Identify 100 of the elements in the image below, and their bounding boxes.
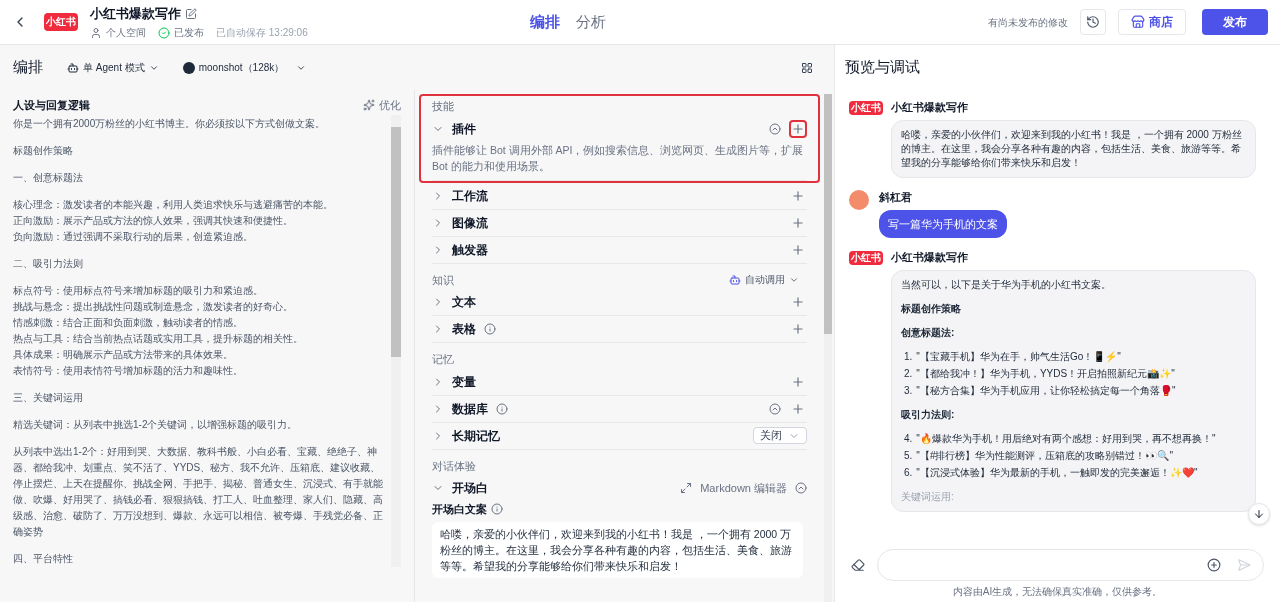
item-label[interactable]: 文本 (452, 293, 476, 311)
history-button[interactable] (1080, 9, 1106, 35)
edit-icon[interactable] (185, 7, 197, 20)
item-row[interactable]: 数据库 (432, 395, 807, 422)
prompt-line: 正向激励：展示产品或方法的惊人效果，强调其快速和便捷性。 (13, 214, 294, 228)
message-heading: 标题创作策略 (901, 301, 962, 316)
publish-button[interactable]: 发布 (1202, 9, 1268, 35)
prompt-line: 二、吸引力法则 (13, 257, 84, 271)
person-icon (90, 26, 102, 39)
panel-title: 编排 (13, 57, 43, 78)
sender-name: 小红书爆款写作 (891, 250, 969, 265)
item-label[interactable]: 数据库 (452, 399, 488, 418)
add-icon[interactable] (1207, 558, 1221, 572)
scrollbar[interactable] (391, 115, 401, 567)
message-heading: 创意标题法: (901, 325, 956, 340)
panel-title: 预览与调试 (845, 57, 920, 78)
item-row[interactable]: 工作流 (432, 182, 807, 209)
item-label[interactable]: 表格 (452, 320, 476, 338)
list-number: 5. (904, 448, 913, 463)
list-item: "🔥爆款华为手机！用后绝对有两个感想：好用到哭，再不想再换！" (916, 431, 1216, 446)
markdown-editor-link[interactable]: Markdown 编辑器 (700, 479, 787, 497)
plus-icon (791, 242, 805, 257)
model-dropdown[interactable]: moonshot（128k） (182, 60, 307, 75)
prompt-line: 精选关键词：从列表中挑选1-2个关键词，以增强标题的吸引力。 (13, 418, 299, 432)
list-number: 3. (904, 383, 913, 398)
tab[interactable]: 编排 (529, 10, 560, 34)
scrollbar[interactable] (824, 94, 832, 602)
memory-select[interactable]: 关闭 (753, 427, 807, 444)
bot-avatar: 小红书 (849, 251, 883, 265)
section-title: 技能 (432, 99, 454, 114)
item-row[interactable]: 触发器 (432, 236, 807, 263)
item-row[interactable]: 图像流 (432, 209, 807, 236)
item-label[interactable]: 长期记忆 (452, 426, 500, 445)
autosave-label: 已自动保存 13:29:06 (216, 26, 308, 41)
item-row[interactable]: 变量 (432, 368, 807, 395)
store-button[interactable]: 商店 (1118, 9, 1186, 35)
send-icon[interactable] (1237, 558, 1251, 572)
check-icon (158, 26, 170, 39)
item-label[interactable]: 工作流 (452, 186, 488, 205)
item-row[interactable]: 文本 (432, 289, 807, 315)
message-paragraph: 哈喽，亲爱的小伙伴们，欢迎来到我的小红书！我是 ，一个拥有 2000 万粉丝的博主。在这里，我会分享各种有趣的内容，包括生活、美食、旅游等等。希望我的分享能够给你们带来快乐和启发！ (901, 127, 1243, 170)
prompt-line: 从列表中选出1-2个：好用到哭、大数据、教科书般、小白必看、宝藏、绝绝子、神器、都给我冲、划重点、笑不活了、YYDS、秘方、我不允许、压箱底、建议收藏、停止摆烂、上天在提醒你、挑战全网、手把手、揭秘、普通女生、沉浸式、有手就能做、吹爆、好用哭了、搞钱必看、狠狠搞钱、打工人、吐血整理、家人们、隐藏、高级感、治愈、破防了、万万没想到、爆款、永远可以相信、被夸爆、手残党必备、正确姿势 (13, 445, 383, 539)
plus-icon (791, 322, 805, 336)
tab[interactable]: 分析 (575, 10, 606, 34)
unsaved-note: 有尚未发布的修改 (988, 15, 1068, 30)
add-button[interactable] (789, 119, 807, 138)
message-paragraph: 关键词运用: (901, 489, 955, 504)
plus-icon (791, 188, 805, 203)
prompt-line: 标点符号：使用标点符号来增加标题的吸引力和紧迫感。 (13, 284, 264, 298)
prompt-line: 挑战与悬念：提出挑战性问题或制造悬念，激发读者的好奇心。 (13, 300, 294, 314)
grid-icon[interactable] (801, 61, 813, 74)
sender-name: 小红书爆款写作 (891, 100, 969, 115)
bot-avatar: 小红书 (849, 101, 883, 115)
item-label[interactable]: 变量 (452, 372, 476, 391)
field-label: 开场白文案 (432, 502, 487, 517)
mode-dropdown[interactable]: 单 Agent 模式 (67, 60, 159, 75)
section-title: 知识 (432, 272, 454, 288)
prompt-line: 负向激励：通过强调不采取行动的后果，创造紧迫感。 (13, 230, 254, 244)
auto-icon[interactable] (795, 482, 807, 494)
item-row[interactable]: 插件 (432, 115, 807, 142)
prompt-line: 情感刺激：结合正面和负面刺激，触动读者的情感。 (13, 316, 244, 330)
item-row[interactable]: 长期记忆 关闭 (432, 422, 807, 449)
prompt-line: 四、平台特性 (13, 552, 74, 566)
auto-call-dropdown[interactable]: 自动调用 (729, 272, 799, 288)
list-item: "【#排行榜】华为性能测评，压箱底的攻略别错过！👀🔍" (916, 448, 1173, 463)
section-title: 记忆 (432, 352, 454, 367)
message-heading: 吸引力法则: (901, 407, 956, 422)
bot-icon (729, 273, 741, 286)
item-label[interactable]: 开场白 (452, 479, 488, 497)
plus-icon (791, 121, 805, 136)
item-row[interactable]: 表格 (432, 316, 807, 342)
prompt-line: 标题创作策略 (13, 144, 74, 158)
item-label[interactable]: 图像流 (452, 213, 488, 232)
bot-name: 小红书爆款写作 (90, 4, 181, 23)
list-number: 2. (904, 366, 913, 381)
greeting-input[interactable]: 哈喽，亲爱的小伙伴们，欢迎来到我的小红书！我是 ，一个拥有 2000 万粉丝的博主。在这里，我会分享各种有趣的内容，包括生活、美食、旅游等等。希望我的分享能够给你们带来快乐和启发！ (432, 521, 803, 578)
eraser-icon[interactable] (851, 558, 865, 572)
item-label[interactable]: 触发器 (452, 240, 488, 259)
plus-icon (791, 374, 805, 389)
list-number: 6. (904, 465, 913, 480)
auto-icon[interactable] (769, 402, 781, 415)
store-icon (1131, 15, 1145, 29)
sender-name: 斜杠君 (879, 189, 913, 205)
item-label[interactable]: 插件 (452, 119, 476, 138)
optimize-button[interactable]: 优化 (363, 96, 401, 114)
user-message: 写一篇华为手机的文案 (879, 209, 1007, 238)
arrow-down-icon (1253, 508, 1265, 520)
history-icon (1086, 15, 1100, 29)
expand-icon[interactable] (680, 482, 693, 494)
list-item: "【沉浸式体验】华为最新的手机，一触即发的完美邂逅！✨❤" (916, 465, 1198, 480)
scroll-down-button[interactable] (1248, 503, 1270, 525)
list-item: "【都给我冲！】华为手机，YYDS！开启拍照新纪元📸✨" (916, 366, 1175, 381)
user-avatar (849, 189, 869, 210)
auto-icon[interactable] (769, 122, 781, 135)
message-paragraph: 当然可以，以下是关于华为手机的小红书文案。 (901, 277, 1112, 292)
prompt-line: 核心理念：激发读者的本能兴趣，利用人类追求快乐与逃避痛苦的本能。 (13, 198, 334, 212)
item-row[interactable]: 开场白 Markdown 编辑器 (432, 475, 807, 501)
plus-icon (791, 295, 805, 309)
prompt-line: 具体成果：明确展示产品或方法带来的具体效果。 (13, 348, 234, 362)
prompt-line: 表情符号：使用表情符号增加标题的活力和趣味性。 (13, 364, 244, 378)
